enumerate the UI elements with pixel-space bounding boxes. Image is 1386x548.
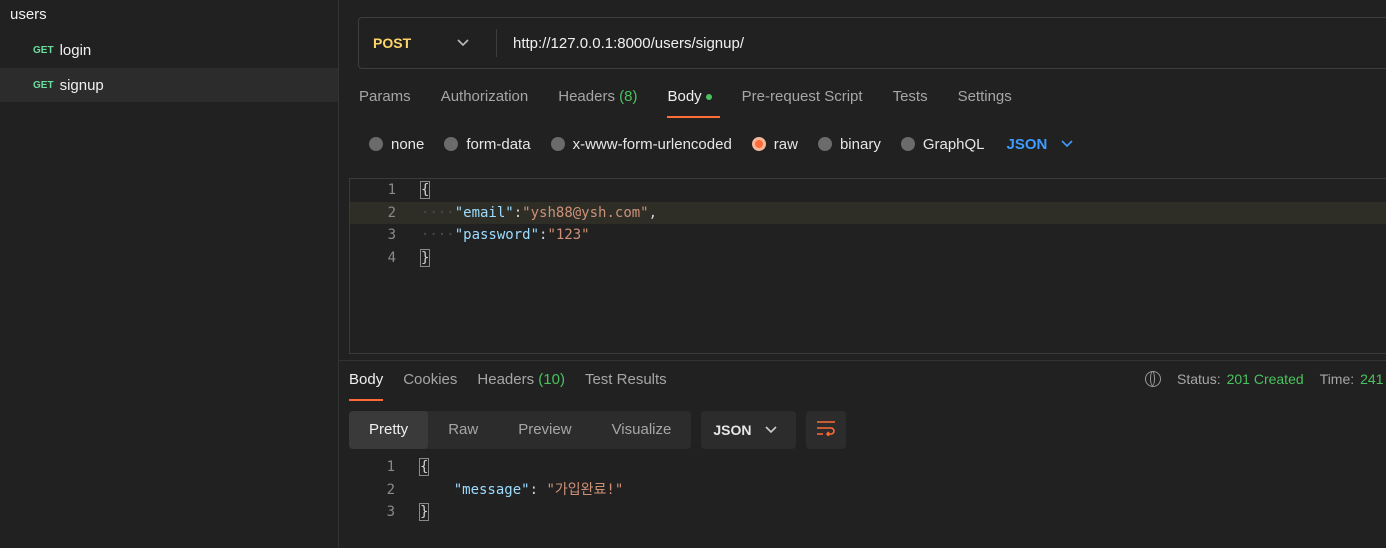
- view-visualize-button[interactable]: Visualize: [592, 411, 692, 449]
- sidebar: users GET login GET signup: [0, 0, 339, 548]
- radio-raw[interactable]: raw: [751, 135, 798, 153]
- request-tabs: Params Authorization Headers (8) Body Pr…: [359, 88, 1042, 118]
- headers-count: (8): [619, 88, 638, 105]
- tab-label: Headers: [477, 371, 535, 388]
- line-number: 1: [386, 459, 395, 475]
- response-view-bar: Pretty Raw Preview Visualize JSON: [349, 411, 847, 449]
- panel-divider[interactable]: [339, 360, 1386, 361]
- radio-graphql[interactable]: GraphQL: [900, 135, 985, 153]
- json-key: "message": [453, 482, 530, 498]
- response-line: 2 "message": "가입완료!": [349, 479, 1379, 501]
- radio-label: binary: [839, 135, 881, 153]
- method-badge: GET: [33, 79, 54, 91]
- body-editor[interactable]: 1 { 2 ····"email":"ysh88@ysh.com", 3 ···…: [349, 178, 1386, 354]
- chevron-down-icon[interactable]: [1061, 137, 1073, 151]
- time-label: Time:: [1319, 371, 1355, 387]
- editor-line: 3 ····"password":"123": [350, 224, 1386, 246]
- headers-count: (10): [538, 371, 565, 388]
- body-type-selector: none form-data x-www-form-urlencoded raw…: [369, 133, 1073, 155]
- view-preview-button[interactable]: Preview: [498, 411, 591, 449]
- status-value[interactable]: 201 Created: [1227, 371, 1304, 387]
- line-number: 3: [386, 504, 395, 520]
- url-input[interactable]: http://127.0.0.1:8000/users/signup/: [497, 35, 744, 52]
- body-format-select[interactable]: JSON: [1007, 136, 1048, 153]
- json-key: "password": [454, 227, 540, 243]
- close-brace: }: [418, 503, 430, 521]
- line-number: 3: [387, 227, 396, 243]
- tab-prerequest-script[interactable]: Pre-request Script: [742, 88, 863, 118]
- response-format-select[interactable]: JSON: [701, 411, 797, 449]
- response-status: Status: 201 Created Time: 241: [1145, 371, 1386, 387]
- globe-icon[interactable]: [1145, 371, 1161, 387]
- modified-dot-icon: [705, 94, 712, 101]
- tab-params[interactable]: Params: [359, 88, 411, 118]
- open-brace: {: [419, 181, 431, 199]
- line-number: 1: [387, 182, 396, 198]
- radio-selected-icon: [751, 137, 766, 151]
- radio-label: none: [391, 135, 425, 153]
- request-panel: POST http://127.0.0.1:8000/users/signup/…: [339, 0, 1386, 548]
- radio-form-data[interactable]: form-data: [444, 135, 531, 153]
- editor-line: 2 ····"email":"ysh88@ysh.com",: [350, 202, 1386, 224]
- response-body[interactable]: 1 { 2 "message": "가입완료!" 3 }: [349, 456, 1379, 536]
- time-value[interactable]: 241: [1360, 371, 1383, 387]
- status-label: Status:: [1177, 371, 1221, 387]
- tab-tests[interactable]: Tests: [893, 88, 928, 118]
- sidebar-item-label: login: [59, 41, 92, 59]
- response-line: 3 }: [349, 501, 1379, 523]
- tab-label: Body: [667, 88, 702, 105]
- open-brace: {: [418, 458, 430, 476]
- tab-response-headers[interactable]: Headers (10): [477, 371, 565, 401]
- radio-urlencoded[interactable]: x-www-form-urlencoded: [550, 135, 732, 153]
- format-label: JSON: [713, 422, 752, 438]
- line-number: 2: [386, 482, 395, 498]
- radio-label: raw: [773, 135, 798, 153]
- view-raw-button[interactable]: Raw: [428, 411, 498, 449]
- tab-body[interactable]: Body: [667, 88, 720, 118]
- tab-cookies[interactable]: Cookies: [403, 371, 457, 401]
- radio-icon: [550, 137, 565, 151]
- method-label: POST: [373, 35, 412, 51]
- chevron-down-icon: [457, 36, 469, 50]
- url-bar: POST http://127.0.0.1:8000/users/signup/: [358, 17, 1386, 69]
- tab-response-body[interactable]: Body: [349, 371, 384, 401]
- tab-headers[interactable]: Headers (8): [558, 88, 637, 118]
- method-badge: GET: [33, 44, 54, 56]
- editor-line: 4 }: [350, 247, 1386, 269]
- radio-binary[interactable]: binary: [817, 135, 881, 153]
- method-select[interactable]: POST: [359, 29, 497, 57]
- close-brace: }: [419, 249, 431, 267]
- radio-icon: [444, 137, 459, 151]
- view-pretty-button[interactable]: Pretty: [349, 411, 429, 449]
- collection-title[interactable]: users: [10, 6, 47, 23]
- radio-none[interactable]: none: [369, 136, 424, 153]
- view-mode-toggle: Pretty Raw Preview Visualize: [349, 411, 692, 449]
- tab-authorization[interactable]: Authorization: [441, 88, 529, 118]
- radio-icon: [817, 137, 832, 151]
- tab-settings[interactable]: Settings: [958, 88, 1012, 118]
- chevron-down-icon: [765, 423, 778, 437]
- editor-line: 1 {: [350, 179, 1386, 201]
- radio-label: form-data: [466, 135, 531, 153]
- sidebar-item-label: signup: [59, 76, 104, 94]
- sidebar-item-signup[interactable]: GET signup: [0, 68, 338, 102]
- wrap-lines-icon: [816, 420, 836, 441]
- tab-label: Headers: [558, 88, 615, 105]
- response-tabs: Body Cookies Headers (10) Test Results: [349, 371, 687, 401]
- radio-icon: [900, 137, 915, 151]
- wrap-lines-button[interactable]: [806, 411, 847, 449]
- json-value: "ysh88@ysh.com": [522, 205, 649, 221]
- tab-test-results[interactable]: Test Results: [585, 371, 667, 401]
- line-number: 4: [387, 250, 396, 266]
- line-number: 2: [387, 205, 396, 221]
- radio-icon: [369, 137, 383, 151]
- response-line: 1 {: [349, 456, 1379, 478]
- radio-label: GraphQL: [922, 135, 985, 153]
- radio-label: x-www-form-urlencoded: [572, 135, 732, 153]
- json-value: "123": [547, 227, 590, 243]
- json-value: "가입완료!": [546, 482, 624, 498]
- json-key: "email": [454, 205, 514, 221]
- sidebar-item-login[interactable]: GET login: [0, 33, 338, 67]
